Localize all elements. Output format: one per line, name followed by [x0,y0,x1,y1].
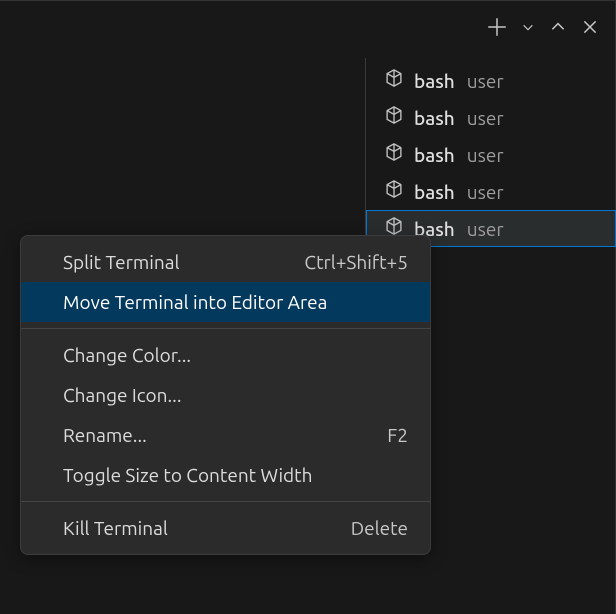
terminal-icon [384,179,404,199]
menu-item[interactable]: Move Terminal into Editor Area [21,282,430,322]
menu-item[interactable]: Toggle Size to Content Width [21,455,430,495]
menu-item-shortcut: Delete [351,517,408,539]
menu-separator [21,501,430,502]
menu-item[interactable]: Split Terminal Ctrl+Shift+5 [21,242,430,282]
menu-item-shortcut: Ctrl+Shift+5 [304,251,408,273]
menu-separator [21,328,430,329]
menu-item-label: Change Color... [63,344,191,366]
terminal-tab-desc: user [467,69,504,93]
maximize-panel-button[interactable] [549,18,567,36]
close-icon [581,18,599,36]
terminal-tab-desc: user [467,217,504,241]
menu-item-label: Move Terminal into Editor Area [63,291,327,313]
menu-item-label: Rename... [63,424,147,446]
terminal-toolbar [487,17,599,37]
terminal-tab[interactable]: bash user [366,173,616,210]
terminal-tab-name: bash [414,143,455,167]
menu-item-label: Change Icon... [63,384,182,406]
terminal-tab-icon [384,68,404,93]
menu-item[interactable]: Rename... F2 [21,415,430,455]
menu-item-label: Toggle Size to Content Width [63,464,313,486]
menu-item[interactable]: Change Color... [21,335,430,375]
terminal-tab[interactable]: bash user [366,99,616,136]
chevron-down-icon [521,20,535,34]
terminal-icon [384,216,404,236]
terminal-tab-name: bash [414,69,455,93]
menu-item-label: Split Terminal [63,251,179,273]
terminal-tabs-sidebar: bashuserbashuserbashuserbashuserbashuser [365,58,616,247]
menu-item[interactable]: Change Icon... [21,375,430,415]
terminal-tab-desc: user [467,106,504,130]
new-terminal-dropdown[interactable] [521,20,535,34]
new-terminal-button[interactable] [487,17,507,37]
terminal-tab-name: bash [414,106,455,130]
terminal-tab[interactable]: bash user [366,62,616,99]
terminal-tab[interactable]: bash user [366,136,616,173]
terminal-icon [384,68,404,88]
terminal-tab-desc: user [467,180,504,204]
plus-icon [487,17,507,37]
terminal-context-menu: Split Terminal Ctrl+Shift+5 Move Terminal … [20,235,431,555]
menu-item-label: Kill Terminal [63,517,168,539]
close-panel-button[interactable] [581,18,599,36]
terminal-tab-icon [384,105,404,130]
terminal-tab-name: bash [414,180,455,204]
chevron-up-icon [549,18,567,36]
terminal-tab-icon [384,142,404,167]
terminal-tab-icon [384,179,404,204]
menu-item-shortcut: F2 [387,424,408,446]
terminal-tab-desc: user [467,143,504,167]
terminal-icon [384,142,404,162]
terminal-icon [384,105,404,125]
menu-item[interactable]: Kill Terminal Delete [21,508,430,548]
